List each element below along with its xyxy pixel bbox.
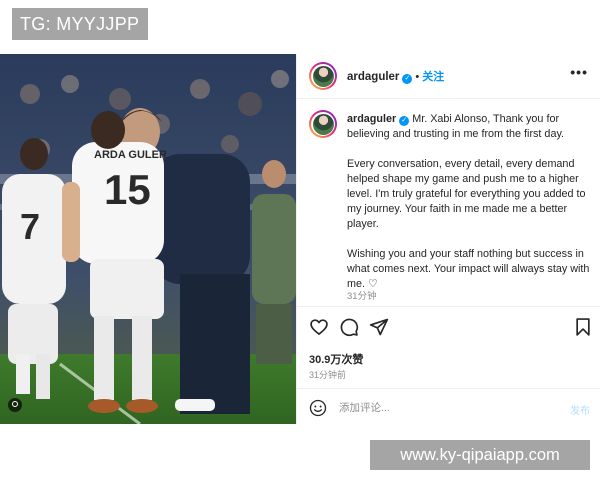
comment-bubble-icon[interactable] xyxy=(339,317,359,337)
caption-avatar[interactable] xyxy=(309,110,337,138)
emoji-icon[interactable] xyxy=(309,399,327,417)
verified-badge-icon: ✓ xyxy=(402,74,413,84)
caption-para-2: Every conversation, every detail, every … xyxy=(347,158,586,230)
post-header: ardaguler ✓ • 关注 xyxy=(347,68,444,84)
divider xyxy=(297,98,600,99)
caption-para-3: Wishing you and your staff nothing but s… xyxy=(347,248,590,290)
divider xyxy=(297,306,600,307)
like-heart-icon[interactable] xyxy=(309,317,329,337)
verified-badge-icon: ✓ xyxy=(399,116,410,126)
avatar[interactable] xyxy=(309,62,337,90)
post-panel: ardaguler ✓ • 关注 ••• ardaguler ✓ Mr. Xabi Al… xyxy=(296,54,600,424)
back-player-number: 7 xyxy=(20,206,40,247)
caption: ardaguler ✓ Mr. Xabi Alonso, Thank you fo… xyxy=(347,112,591,307)
save-bookmark-icon[interactable] xyxy=(573,317,593,337)
watermark-bottom: www.ky-qipaiapp.com xyxy=(370,440,590,470)
tagged-people-icon[interactable] xyxy=(8,398,22,412)
comment-input[interactable] xyxy=(339,400,539,416)
post-photo[interactable]: 7 ARDA GULER 15 xyxy=(0,54,296,424)
caption-username[interactable]: ardaguler xyxy=(347,113,396,125)
watermark-top: TG: MYYJJPP xyxy=(12,8,148,40)
separator-dot: • xyxy=(415,71,420,83)
photo-illustration: 7 ARDA GULER 15 xyxy=(0,54,296,424)
post-comment-button[interactable]: 发布 xyxy=(570,402,590,417)
username-link[interactable]: ardaguler xyxy=(347,71,399,83)
divider xyxy=(297,388,600,389)
caption-timestamp: 31分钟 xyxy=(347,291,377,302)
post-timestamp: 31分钟前 xyxy=(309,370,347,380)
share-send-icon[interactable] xyxy=(369,317,389,337)
page: TG: MYYJJPP 7 ARDA GULER 15 ardaguler ✓ … xyxy=(0,0,600,480)
front-player-number: 15 xyxy=(104,166,151,213)
more-options-icon[interactable]: ••• xyxy=(570,65,588,79)
like-count[interactable]: 30.9万次赞 xyxy=(309,351,363,367)
front-player-name: ARDA GULER xyxy=(94,149,167,161)
follow-button[interactable]: 关注 xyxy=(422,71,444,83)
